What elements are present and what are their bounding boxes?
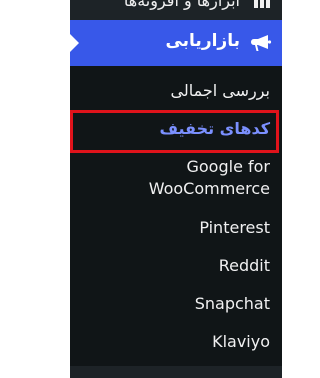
admin-sidebar: ابزارها و افزونه‌ها بازاریابی بررسی اجما… — [70, 0, 282, 378]
sidebar-item-label: ابزارها و افزونه‌ها — [123, 0, 240, 10]
submenu-item-snapchat[interactable]: Snapchat — [195, 293, 270, 315]
content-area — [0, 0, 70, 378]
submenu-item-pinterest[interactable]: Pinterest — [199, 217, 270, 239]
submenu-item-google-for-woocommerce[interactable]: Google for WooCommerce — [149, 156, 270, 200]
screenshot-root: ابزارها و افزونه‌ها بازاریابی بررسی اجما… — [0, 0, 282, 378]
submenu-item-overview[interactable]: بررسی اجمالی — [170, 80, 270, 102]
marketing-submenu: بررسی اجمالی کدهای تخفیف Google for WooC… — [70, 66, 282, 366]
submenu-item-reddit[interactable]: Reddit — [219, 255, 270, 277]
submenu-item-label-line2: WooCommerce — [148, 179, 270, 198]
sidebar-item-label: بازاریابی — [165, 31, 240, 51]
current-menu-arrow — [70, 34, 79, 52]
sidebar-item-marketing[interactable]: بازاریابی — [70, 20, 282, 66]
submenu-item-klaviyo[interactable]: Klaviyo — [212, 331, 270, 353]
grid-icon — [254, 0, 270, 8]
megaphone-icon — [251, 35, 272, 51]
sidebar-bottom — [70, 370, 282, 378]
submenu-item-label-line1: Google for — [186, 157, 270, 176]
submenu-item-coupons[interactable]: کدهای تخفیف — [159, 118, 270, 140]
sidebar-item-tools[interactable]: ابزارها و افزونه‌ها — [70, 0, 282, 18]
